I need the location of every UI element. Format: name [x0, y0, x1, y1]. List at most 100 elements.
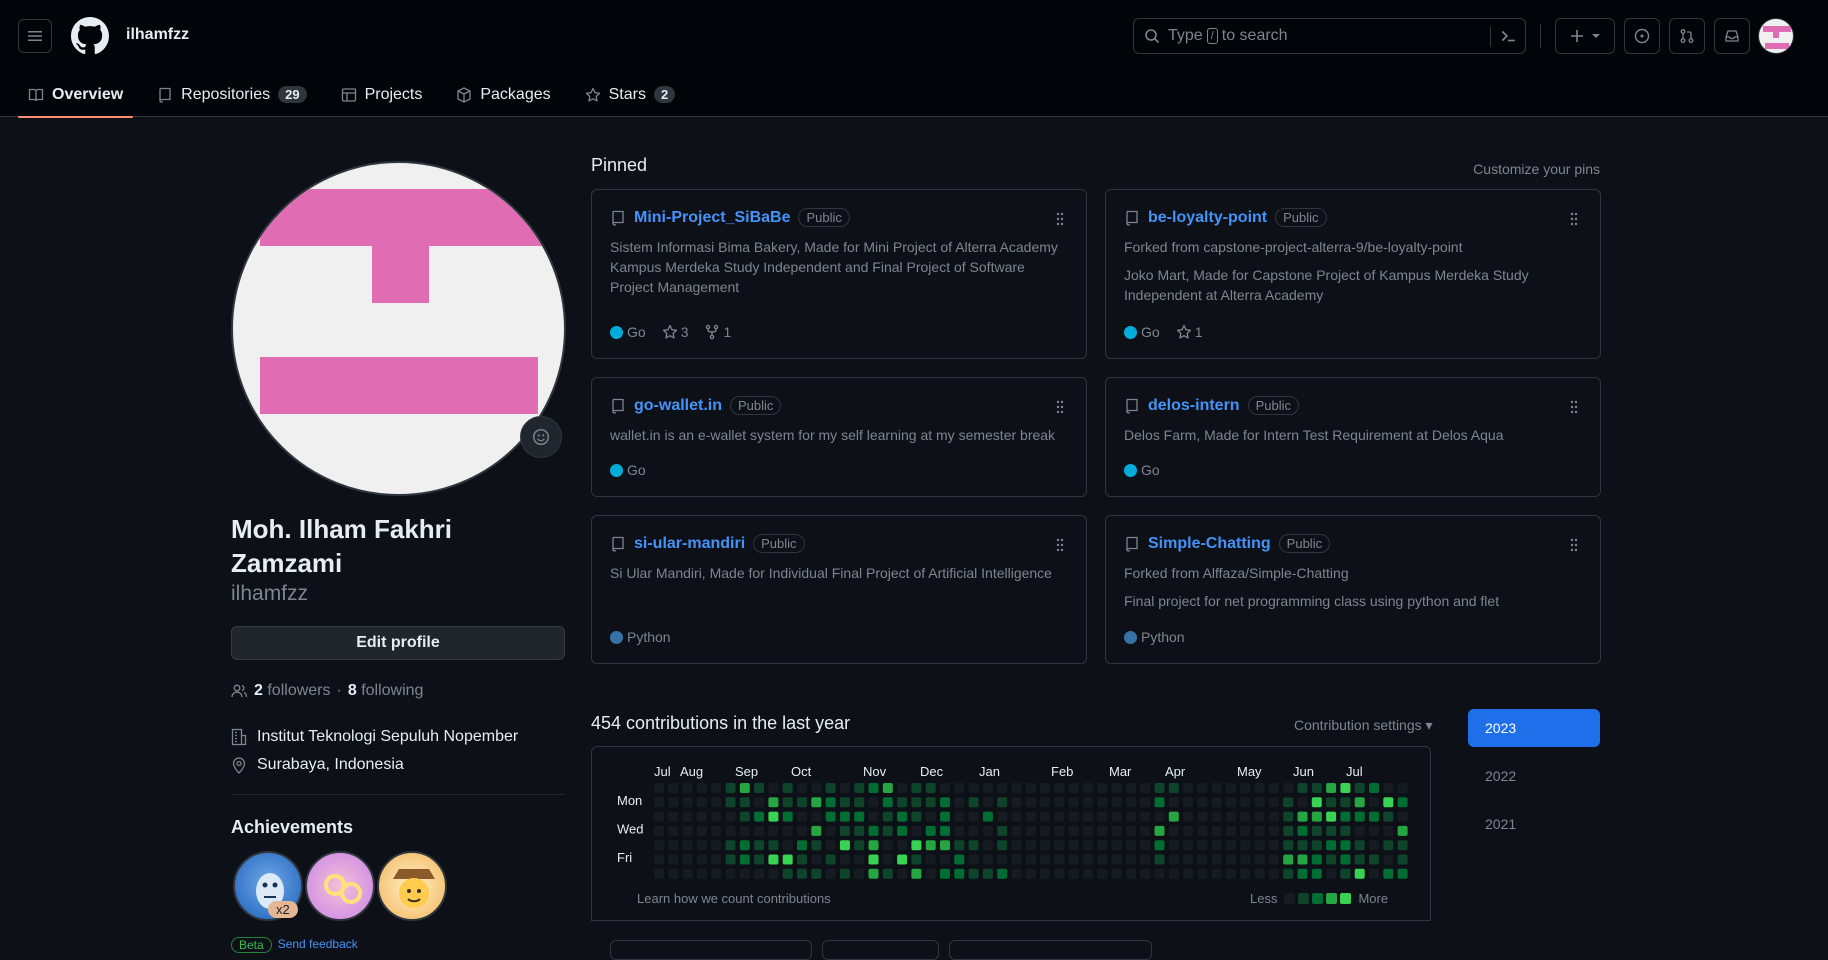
contribution-day[interactable]	[982, 840, 993, 851]
contribution-day[interactable]	[1011, 854, 1022, 865]
contribution-day[interactable]	[1068, 825, 1079, 836]
pinned-repo-name[interactable]: go-wallet.in	[634, 397, 722, 415]
contribution-day[interactable]	[1340, 783, 1351, 793]
contribution-day[interactable]	[968, 825, 979, 836]
contribution-day[interactable]	[1326, 783, 1337, 793]
contribution-day[interactable]	[739, 811, 750, 822]
contribution-day[interactable]	[882, 840, 893, 851]
inbox-button[interactable]	[1714, 18, 1750, 54]
contribution-day[interactable]	[1369, 825, 1379, 836]
contribution-day[interactable]	[825, 783, 836, 793]
contribution-day[interactable]	[754, 854, 765, 865]
contribution-day[interactable]	[825, 868, 836, 879]
contribution-day[interactable]	[1197, 797, 1208, 808]
contribution-day[interactable]	[1054, 783, 1065, 793]
contribution-day[interactable]	[854, 868, 865, 879]
contribution-day[interactable]	[668, 825, 679, 836]
contribution-day[interactable]	[1040, 840, 1051, 851]
contribution-day[interactable]	[897, 797, 908, 808]
contribution-day[interactable]	[782, 811, 793, 822]
tab-repositories[interactable]: Repositories 29	[147, 72, 316, 117]
contribution-day[interactable]	[854, 811, 865, 822]
tab-projects[interactable]: Projects	[331, 72, 433, 117]
contribution-day[interactable]	[1111, 783, 1122, 793]
contribution-day[interactable]	[1240, 797, 1251, 808]
contribution-day[interactable]	[825, 840, 836, 851]
contribution-day[interactable]	[1011, 825, 1022, 836]
command-palette-icon[interactable]	[1499, 27, 1517, 45]
contribution-day[interactable]	[940, 797, 950, 808]
contribution-day[interactable]	[1168, 797, 1179, 808]
contribution-day[interactable]	[1011, 868, 1022, 879]
contribution-day[interactable]	[739, 868, 750, 879]
drag-handle-icon[interactable]	[1056, 212, 1064, 226]
contribution-day[interactable]	[1326, 840, 1337, 851]
contribution-day[interactable]	[1283, 797, 1294, 808]
contribution-day[interactable]	[1268, 868, 1279, 879]
menu-button[interactable]	[18, 19, 52, 53]
contribution-day[interactable]	[1083, 840, 1093, 851]
contribution-day[interactable]	[1097, 854, 1108, 865]
contribution-day[interactable]	[1168, 783, 1179, 793]
contribution-day[interactable]	[925, 854, 936, 865]
contribution-day[interactable]	[1340, 840, 1351, 851]
activity-filter-tab[interactable]	[822, 940, 939, 960]
contribution-day[interactable]	[1154, 868, 1165, 879]
contribution-day[interactable]	[797, 783, 807, 793]
contribution-day[interactable]	[868, 811, 879, 822]
contribution-day[interactable]	[854, 797, 865, 808]
contribution-day[interactable]	[1168, 854, 1179, 865]
tab-stars[interactable]: Stars 2	[575, 72, 686, 117]
contribution-day[interactable]	[954, 854, 965, 865]
contribution-day[interactable]	[1383, 783, 1394, 793]
contribution-day[interactable]	[1383, 840, 1394, 851]
contribution-day[interactable]	[868, 825, 879, 836]
contribution-day[interactable]	[1383, 811, 1394, 822]
contribution-day[interactable]	[1354, 840, 1365, 851]
contribution-day[interactable]	[1111, 811, 1122, 822]
contribution-day[interactable]	[854, 854, 865, 865]
contribution-day[interactable]	[1054, 840, 1065, 851]
contribution-day[interactable]	[1297, 868, 1308, 879]
contribution-day[interactable]	[825, 854, 836, 865]
contribution-day[interactable]	[1326, 797, 1337, 808]
contribution-day[interactable]	[982, 797, 993, 808]
create-new-button[interactable]	[1555, 18, 1615, 54]
contribution-day[interactable]	[1068, 783, 1079, 793]
contribution-day[interactable]	[1140, 825, 1151, 836]
contribution-day[interactable]	[696, 854, 707, 865]
contribution-day[interactable]	[1369, 854, 1379, 865]
customize-pins-link[interactable]: Customize your pins	[1473, 161, 1600, 177]
stars-link[interactable]: 1	[1176, 324, 1202, 340]
contribution-day[interactable]	[1054, 811, 1065, 822]
contribution-day[interactable]	[754, 825, 765, 836]
contribution-day[interactable]	[1125, 868, 1136, 879]
contribution-day[interactable]	[725, 783, 736, 793]
contribution-day[interactable]	[1354, 783, 1365, 793]
contribution-day[interactable]	[1283, 825, 1294, 836]
contribution-day[interactable]	[968, 811, 979, 822]
contribution-day[interactable]	[1097, 797, 1108, 808]
contribution-day[interactable]	[1283, 868, 1294, 879]
pinned-repo-name[interactable]: Simple-Chatting	[1148, 535, 1271, 553]
contribution-day[interactable]	[1111, 868, 1122, 879]
contribution-day[interactable]	[1326, 868, 1337, 879]
contribution-day[interactable]	[1125, 797, 1136, 808]
contribution-day[interactable]	[1268, 854, 1279, 865]
contribution-day[interactable]	[1211, 797, 1222, 808]
contribution-day[interactable]	[1025, 797, 1036, 808]
contribution-day[interactable]	[911, 811, 922, 822]
contribution-day[interactable]	[868, 797, 879, 808]
contribution-day[interactable]	[1383, 825, 1394, 836]
contribution-day[interactable]	[839, 840, 850, 851]
achievement-yolo[interactable]	[305, 851, 375, 921]
contribution-day[interactable]	[954, 825, 965, 836]
contribution-day[interactable]	[997, 825, 1008, 836]
contribution-day[interactable]	[725, 797, 736, 808]
contribution-day[interactable]	[897, 840, 908, 851]
contribution-day[interactable]	[911, 854, 922, 865]
contribution-day[interactable]	[925, 811, 936, 822]
contribution-day[interactable]	[1283, 854, 1294, 865]
contribution-day[interactable]	[1111, 797, 1122, 808]
contribution-day[interactable]	[811, 854, 822, 865]
